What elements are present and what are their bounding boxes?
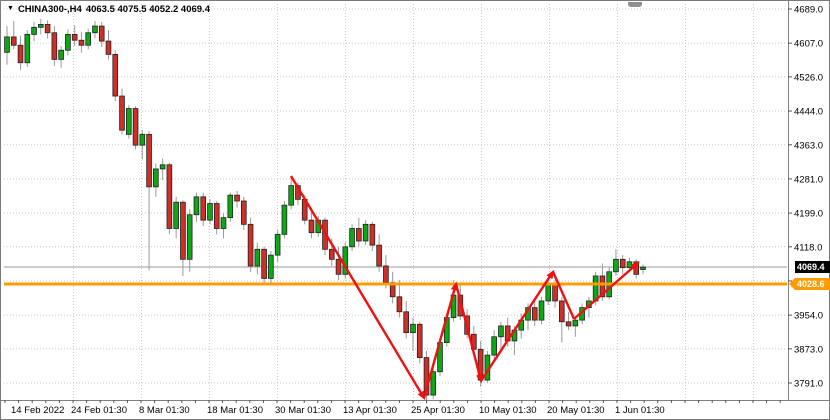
candle [32, 22, 37, 41]
candle [641, 265, 646, 275]
candle [45, 20, 50, 38]
candle [573, 318, 578, 337]
candle [404, 301, 409, 338]
candle [147, 131, 152, 270]
candle [539, 297, 544, 324]
time-axis-label: 8 Mar 01:30 [139, 405, 190, 416]
candle [52, 26, 57, 66]
candle [214, 201, 219, 234]
price-axis-label: 4526.0 [794, 72, 823, 83]
price-axis-label: 4281.0 [794, 174, 823, 185]
candle [79, 32, 84, 53]
symbol-dropdown-icon[interactable]: ▼ [7, 5, 14, 13]
chart-window: 4689.0 4607.0 4526.0 4444.0 4363.0 4281.0 4199… [0, 0, 830, 420]
candle [397, 280, 402, 317]
candle [174, 197, 179, 239]
time-axis-label: 20 May 01:30 [547, 405, 605, 416]
candle [634, 259, 639, 278]
price-axis-label: 3954.0 [794, 311, 823, 322]
candle [208, 199, 213, 224]
trend-arrows[interactable] [291, 176, 638, 398]
candle [559, 297, 564, 343]
candle [181, 200, 186, 276]
candle [38, 19, 43, 34]
orange-hline-badge: 4028.6 [795, 278, 830, 290]
candle [411, 318, 416, 351]
candle [153, 164, 158, 197]
candle [133, 106, 138, 149]
candle [492, 330, 497, 359]
candle [11, 21, 16, 49]
candle [126, 105, 131, 138]
candle [566, 312, 571, 330]
candle [356, 218, 361, 247]
candle [160, 159, 165, 181]
candle [86, 29, 91, 50]
candle [194, 193, 199, 222]
candle [187, 209, 192, 271]
candle [93, 21, 98, 38]
candle [221, 213, 226, 238]
time-gridlines [74, 4, 754, 399]
candle [350, 224, 355, 251]
candle [268, 251, 273, 283]
candle [201, 193, 206, 226]
chart-title: ▼ CHINA300-,H4 4063.5 4075.5 4052.2 4069… [7, 3, 210, 15]
candle [363, 220, 368, 245]
candle [255, 243, 260, 275]
candle [620, 255, 625, 274]
candle [5, 26, 10, 65]
trend-arrow[interactable] [574, 263, 638, 319]
candle [532, 301, 537, 326]
chart-title-symbol: CHINA300-,H4 [18, 4, 82, 15]
candlestick-chart[interactable]: 4689.0 4607.0 4526.0 4444.0 4363.0 4281.0 4199… [1, 1, 829, 419]
price-axis-label: 4118.0 [794, 242, 822, 253]
time-axis-label: 30 Mar 01:30 [275, 405, 331, 416]
candle [113, 50, 118, 101]
trend-arrow[interactable] [456, 284, 481, 381]
candle [167, 163, 172, 235]
candle [248, 218, 253, 272]
trend-arrow[interactable] [481, 272, 553, 381]
candle [65, 29, 70, 55]
candle [417, 322, 422, 364]
price-axis-label: 3791.0 [794, 378, 823, 389]
price-axis-label: 4607.0 [794, 39, 823, 50]
price-axis-label: 4444.0 [794, 107, 823, 118]
candle [106, 30, 111, 59]
time-axis-label: 10 May 01:30 [479, 405, 537, 416]
time-axis-label: 25 Apr 01:30 [411, 405, 465, 416]
price-axis-label: 4689.0 [794, 5, 823, 16]
axis-drag-handle[interactable] [628, 2, 642, 7]
chart-title-ohlc: 4063.5 4075.5 4052.2 4069.4 [86, 4, 210, 15]
time-axis-label: 1 Jun 01:30 [615, 405, 665, 416]
trend-arrow[interactable] [291, 176, 424, 398]
time-axis-label: 18 Mar 01:30 [207, 405, 263, 416]
candle [377, 234, 382, 271]
candle [275, 230, 280, 262]
candle [343, 243, 348, 279]
price-axis-label: 3873.0 [794, 344, 823, 355]
time-axis-label: 13 Apr 01:30 [343, 405, 397, 416]
candle [390, 272, 395, 304]
trend-arrow[interactable] [424, 284, 456, 398]
candle [228, 193, 233, 222]
candle [140, 130, 145, 159]
current-price-badge: 4069.4 [795, 261, 830, 273]
candle [25, 30, 30, 67]
candle [241, 197, 246, 230]
price-axis-label: 4199.0 [794, 209, 823, 220]
price-axis: 4689.0 4607.0 4526.0 4444.0 4363.0 4281.0 4199… [788, 5, 823, 390]
candle [262, 247, 267, 284]
candle [282, 201, 287, 238]
time-axis-label: 24 Feb 01:30 [71, 405, 127, 416]
price-gridlines [4, 9, 787, 383]
price-axis-label: 4363.0 [794, 140, 823, 151]
time-axis-label: 14 Feb 2022 [11, 405, 64, 416]
time-axis: 14 Feb 2022 24 Feb 01:30 8 Mar 01:30 18 Mar… [5, 400, 780, 416]
candle [18, 36, 23, 70]
candle [235, 191, 240, 208]
candle [59, 46, 64, 68]
candle [120, 89, 125, 135]
